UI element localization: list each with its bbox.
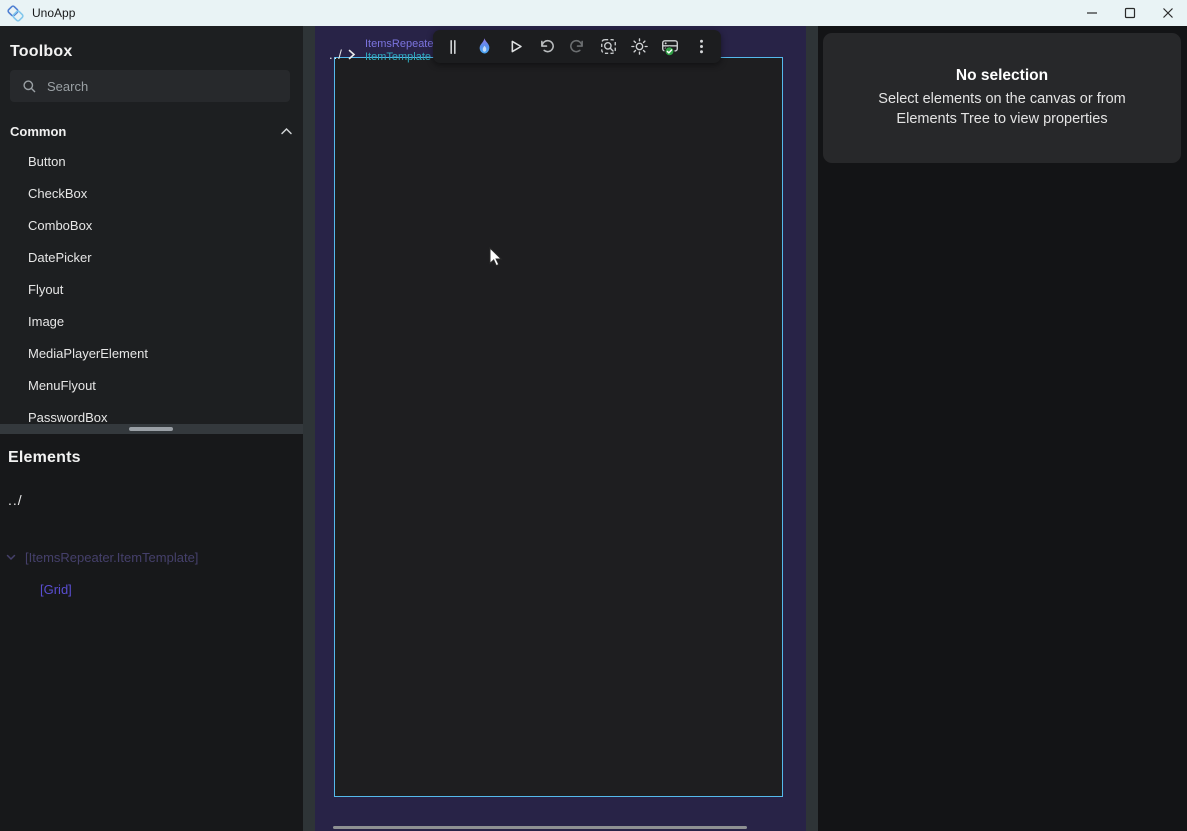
floating-toolbar: [433, 30, 721, 63]
no-selection-card: No selection Select elements on the canv…: [823, 33, 1181, 163]
redo-button[interactable]: [567, 37, 587, 57]
toolbox-panel: Toolbox Common Button CheckBox ComboBox …: [0, 26, 303, 424]
canvas-element-labels: ItemsRepeater ItemTemplate: [365, 38, 437, 64]
toolbox-title: Toolbox: [10, 43, 72, 61]
toolbox-search[interactable]: [10, 70, 290, 102]
left-sidebar: Toolbox Common Button CheckBox ComboBox …: [0, 26, 303, 831]
inspect-element-icon[interactable]: [598, 37, 618, 57]
selected-part-label[interactable]: ItemTemplate: [365, 51, 437, 64]
no-selection-message-line1: Select elements on the canvas or from: [878, 89, 1125, 109]
design-canvas[interactable]: ../ ItemsRepeater ItemTemplate: [315, 26, 806, 831]
maximize-button[interactable]: [1111, 0, 1149, 26]
panel-splitter[interactable]: [0, 424, 303, 434]
close-button[interactable]: [1149, 0, 1187, 26]
tree-item-itemsrepeater-itemtemplate[interactable]: [ItemsRepeater.ItemTemplate]: [0, 545, 303, 569]
itemtemplate-selection-rect[interactable]: [334, 57, 783, 797]
toolbox-item-datepicker[interactable]: DatePicker: [0, 242, 303, 274]
chevron-down-icon[interactable]: [6, 554, 16, 561]
search-icon: [22, 79, 37, 94]
toolbox-item-button[interactable]: Button: [0, 146, 303, 178]
toolbox-item-combobox[interactable]: ComboBox: [0, 210, 303, 242]
horizontal-scrollbar-thumb[interactable]: [333, 826, 747, 829]
breadcrumb-up-label[interactable]: ../: [329, 47, 343, 62]
toolbox-item-image[interactable]: Image: [0, 306, 303, 338]
search-input[interactable]: [47, 79, 267, 94]
elements-breadcrumb-up[interactable]: ../: [8, 492, 23, 508]
no-selection-message-line2: Elements Tree to view properties: [896, 109, 1107, 129]
selected-element-label[interactable]: ItemsRepeater: [365, 38, 437, 51]
more-menu-icon[interactable]: [691, 37, 711, 57]
right-panel-gutter: [806, 26, 818, 831]
left-panel-gutter: [303, 26, 315, 831]
toolbox-item-list: Button CheckBox ComboBox DatePicker Flyo…: [0, 146, 303, 434]
toolbox-section-common[interactable]: Common: [10, 120, 293, 142]
elements-panel: Elements ../ [ItemsRepeater.ItemTemplate…: [0, 434, 303, 831]
properties-panel: No selection Select elements on the canv…: [818, 26, 1187, 831]
uno-logo-icon: [7, 5, 24, 22]
theme-light-icon[interactable]: [629, 37, 649, 57]
canvas-breadcrumb[interactable]: ../: [329, 47, 356, 62]
toolbox-item-flyout[interactable]: Flyout: [0, 274, 303, 306]
undo-button[interactable]: [536, 37, 556, 57]
tree-item-label: [ItemsRepeater.ItemTemplate]: [25, 550, 198, 565]
no-selection-title: No selection: [956, 67, 1048, 85]
toolbox-item-menuflyout[interactable]: MenuFlyout: [0, 370, 303, 402]
app-title: UnoApp: [32, 6, 75, 20]
splitter-grip: [129, 427, 173, 431]
chevron-up-icon: [280, 127, 293, 136]
tree-item-label: [Grid]: [40, 582, 72, 597]
minimize-button[interactable]: [1073, 0, 1111, 26]
play-button[interactable]: [505, 37, 525, 57]
title-bar: UnoApp: [0, 0, 1187, 26]
dev-server-connected-icon[interactable]: [660, 37, 680, 57]
toolbox-item-mediaplayerelement[interactable]: MediaPlayerElement: [0, 338, 303, 370]
toolbox-item-checkbox[interactable]: CheckBox: [0, 178, 303, 210]
toolbar-drag-handle[interactable]: [443, 37, 463, 57]
section-label: Common: [10, 124, 66, 139]
tree-item-grid[interactable]: [Grid]: [0, 577, 303, 601]
mouse-cursor: [489, 247, 506, 269]
hot-design-flame-icon[interactable]: [474, 37, 494, 57]
elements-title: Elements: [8, 449, 81, 467]
chevron-right-icon: [348, 49, 356, 60]
